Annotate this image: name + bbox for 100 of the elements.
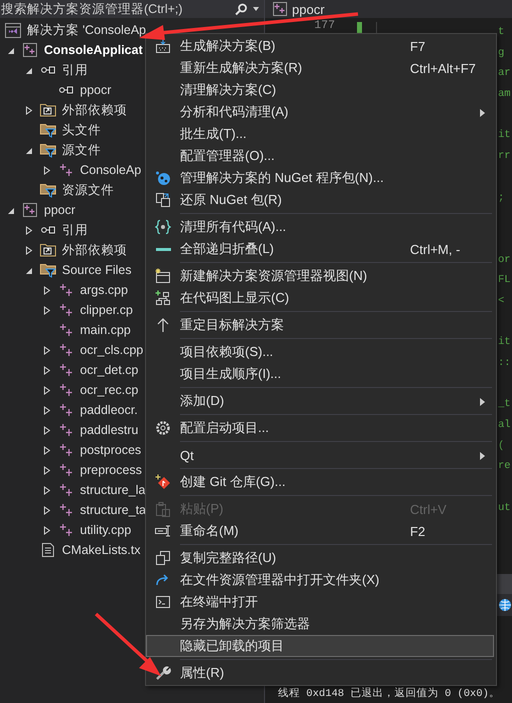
menu-item[interactable]: 隐藏已卸载的项目	[146, 635, 494, 657]
globe-icon[interactable]	[498, 598, 512, 612]
tree-item[interactable]: utility.cpp	[80, 523, 132, 537]
tree-item[interactable]: 源文件	[62, 142, 101, 158]
filter-folder-icon	[40, 262, 56, 278]
tree-item[interactable]: ConsoleAp	[80, 163, 142, 177]
menu-item[interactable]: 在代码图上显示(C)	[146, 287, 497, 309]
tree-item[interactable]: 解决方案 'ConsoleAp	[27, 22, 146, 38]
collapsed-arrow-icon[interactable]	[43, 486, 51, 494]
menu-item[interactable]: 清理所有代码(A)...	[146, 216, 497, 238]
menu-item[interactable]: 配置启动项目...	[146, 417, 497, 439]
tree-item[interactable]: Source Files	[62, 263, 132, 277]
menu-item[interactable]: 清理解决方案(C)	[146, 79, 497, 101]
tree-item[interactable]: paddleocr.	[80, 403, 138, 417]
project-icon	[23, 43, 37, 57]
menu-item[interactable]: 在文件资源管理器中打开文件夹(X)	[146, 569, 497, 591]
menu-item[interactable]: 创建 Git 仓库(G)...	[146, 471, 497, 493]
arrow-up-icon	[155, 317, 171, 333]
collapsed-arrow-icon[interactable]	[43, 346, 51, 354]
tree-item[interactable]: 引用	[62, 62, 88, 78]
tree-item[interactable]: main.cpp	[80, 323, 131, 337]
package-icon	[155, 170, 171, 186]
menu-item[interactable]: 配置管理器(O)...	[146, 145, 497, 167]
menu-item[interactable]: 管理解决方案的 NuGet 程序包(N)...	[146, 167, 497, 189]
collapse-icon	[156, 248, 170, 250]
tree-item[interactable]: paddlestru	[80, 423, 138, 437]
menu-item[interactable]: 还原 NuGet 包(R)	[146, 189, 497, 211]
copy-icon	[155, 550, 171, 566]
tree-item[interactable]: structure_la	[80, 483, 146, 497]
tree-item[interactable]: CMakeLists.tx	[62, 543, 140, 557]
tree-item[interactable]: 头文件	[62, 122, 101, 138]
menu-item[interactable]: 重新生成解决方案(R) Ctrl+Alt+F7	[146, 57, 497, 79]
collapsed-arrow-icon[interactable]	[43, 286, 51, 294]
code-text: am	[498, 88, 511, 100]
expanded-arrow-icon[interactable]	[7, 46, 15, 54]
collapsed-arrow-icon[interactable]	[43, 506, 51, 514]
submenu-arrow-icon	[480, 452, 485, 460]
tree-item[interactable]: clipper.cp	[80, 303, 133, 317]
filter-folder-icon	[40, 142, 56, 158]
expanded-arrow-icon[interactable]	[25, 66, 33, 74]
menu-item[interactable]: 生成解决方案(B) F7	[146, 35, 497, 57]
tree-item[interactable]: ocr_det.cp	[80, 363, 138, 377]
collapsed-arrow-icon[interactable]	[43, 466, 51, 474]
tree-item[interactable]: preprocess	[80, 463, 142, 477]
tree-item[interactable]: 外部依赖项	[62, 102, 127, 118]
cpp-file-icon	[59, 423, 73, 437]
tree-item[interactable]: 外部依赖项	[62, 242, 127, 258]
expanded-arrow-icon[interactable]	[7, 206, 15, 214]
menu-item[interactable]: 添加(D)	[146, 390, 497, 412]
collapsed-arrow-icon[interactable]	[25, 246, 33, 254]
tree-item[interactable]: args.cpp	[80, 283, 128, 297]
code-text: (	[498, 440, 504, 452]
menu-item[interactable]: 项目依赖项(S)...	[146, 341, 497, 363]
project-icon	[273, 2, 287, 16]
tree-item[interactable]: ppocr	[80, 83, 112, 97]
search-icon[interactable]	[235, 2, 248, 16]
code-text: ;	[498, 192, 504, 204]
collapsed-arrow-icon[interactable]	[43, 446, 51, 454]
tree-item[interactable]: ConsoleApplicat	[44, 43, 143, 57]
menu-item[interactable]: Qt	[146, 444, 497, 466]
search-field[interactable]: 搜索解决方案资源管理器(Ctrl+;)	[0, 0, 260, 18]
menu-item[interactable]: 项目生成顺序(I)...	[146, 363, 497, 385]
expanded-arrow-icon[interactable]	[25, 266, 33, 274]
tree-item[interactable]: ppocr	[44, 203, 76, 217]
expanded-arrow-icon[interactable]	[25, 146, 33, 154]
collapsed-arrow-icon[interactable]	[43, 406, 51, 414]
collapsed-arrow-icon[interactable]	[25, 226, 33, 234]
tree-item[interactable]: ocr_rec.cp	[80, 383, 138, 397]
menu-item[interactable]: 分析和代码清理(A)	[146, 101, 497, 123]
terminal-icon	[155, 594, 171, 610]
cpp-file-icon	[59, 323, 73, 337]
collapsed-arrow-icon[interactable]	[43, 366, 51, 374]
collapsed-arrow-icon[interactable]	[25, 106, 33, 114]
tree-item[interactable]: 资源文件	[62, 182, 114, 198]
menu-item[interactable]: 重命名(M) F2	[146, 520, 497, 542]
code-text: it	[498, 129, 511, 142]
tree-item[interactable]: postproces	[80, 443, 142, 457]
cpp-file-icon	[59, 483, 73, 497]
collapsed-arrow-icon[interactable]	[43, 526, 51, 534]
tree-item[interactable]: ocr_cls.cpp	[80, 343, 144, 357]
collapsed-arrow-icon[interactable]	[43, 166, 51, 174]
caret-icon[interactable]	[252, 6, 260, 12]
menu-item[interactable]: 属性(R)	[146, 662, 497, 684]
line-number: 177	[313, 20, 335, 32]
menu-item[interactable]: 新建解决方案资源管理器视图(N)	[146, 265, 497, 287]
collapsed-arrow-icon[interactable]	[43, 386, 51, 394]
cpp-file-icon	[59, 163, 73, 177]
collapsed-arrow-icon[interactable]	[43, 426, 51, 434]
menu-item[interactable]: 重定目标解决方案	[146, 314, 497, 336]
code-text: t	[498, 26, 504, 38]
menu-item[interactable]: 在终端中打开	[146, 591, 497, 613]
tree-item[interactable]: structure_ta	[80, 503, 146, 517]
menu-item[interactable]: 复制完整路径(U)	[146, 547, 497, 569]
cpp-file-icon	[59, 383, 73, 397]
menu-item[interactable]: 另存为解决方案筛选器	[146, 613, 497, 635]
code-text: re	[498, 460, 511, 472]
menu-item[interactable]: 批生成(T)...	[146, 123, 497, 145]
collapsed-arrow-icon[interactable]	[43, 306, 51, 314]
menu-item[interactable]: 全部递归折叠(L) Ctrl+M, -	[146, 238, 497, 260]
tree-item[interactable]: 引用	[62, 222, 88, 238]
